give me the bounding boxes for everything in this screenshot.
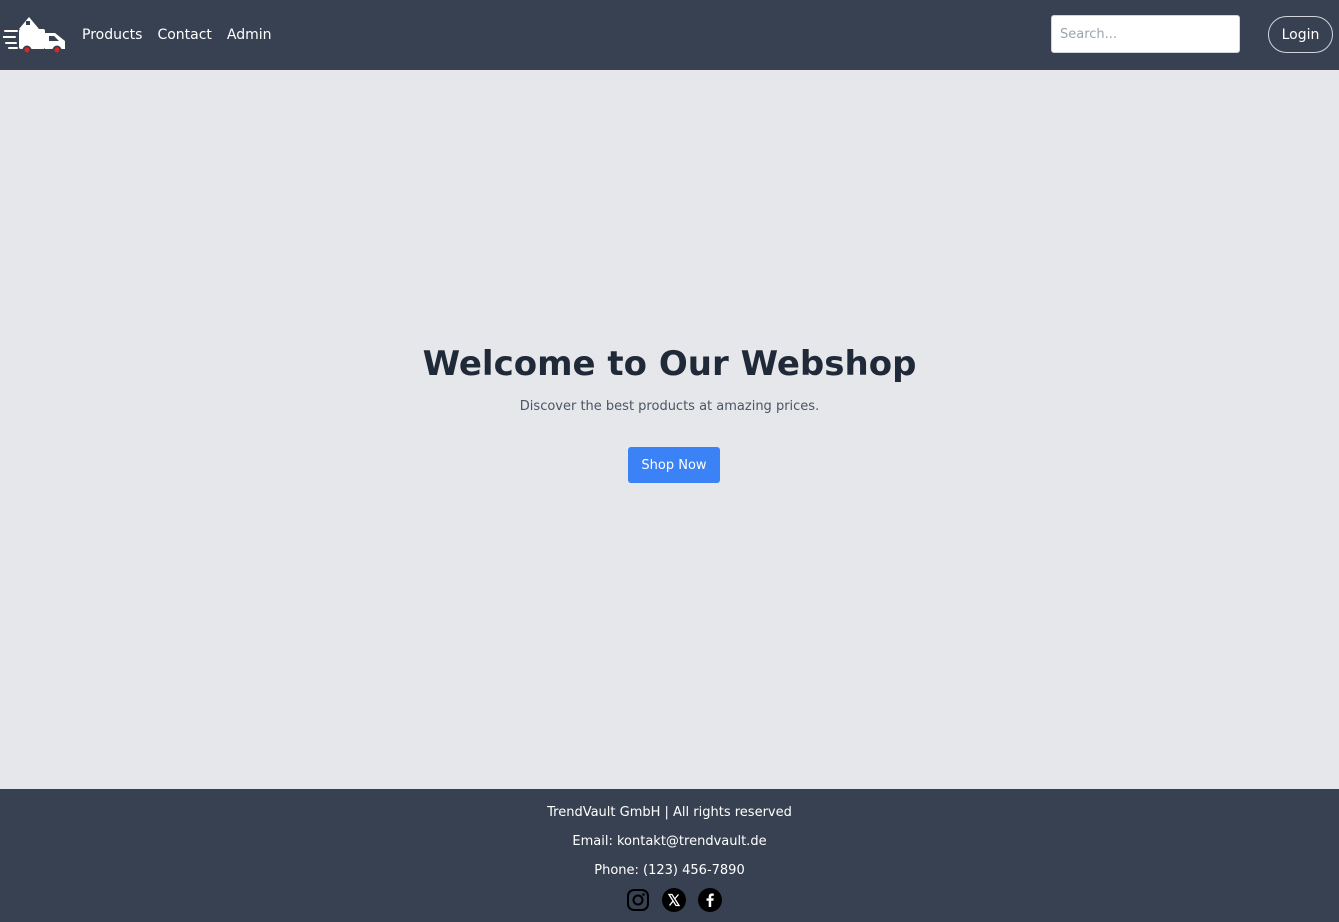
shop-now-button[interactable]: Shop Now	[628, 447, 720, 483]
hero-subtitle: Discover the best products at amazing pr…	[519, 399, 820, 414]
footer-phone: Phone: (123) 456-7890	[594, 863, 745, 878]
facebook-icon[interactable]	[698, 888, 722, 912]
footer-email: Email: kontakt@trendvault.de	[572, 834, 767, 849]
hero-title: Welcome to Our Webshop	[422, 344, 917, 384]
delivery-truck-logo-icon[interactable]	[2, 13, 69, 57]
instagram-icon[interactable]	[626, 888, 650, 912]
login-button[interactable]: Login	[1268, 16, 1333, 53]
main-nav: Products Contact Admin	[82, 0, 287, 70]
navbar: Products Contact Admin Login	[0, 0, 1339, 70]
x-icon[interactable]	[662, 888, 686, 912]
nav-link-contact[interactable]: Contact	[157, 27, 211, 43]
search-input[interactable]	[1051, 15, 1240, 53]
footer-company: TrendVault GmbH | All rights reserved	[547, 805, 792, 820]
nav-link-admin[interactable]: Admin	[227, 27, 272, 43]
nav-link-products[interactable]: Products	[82, 27, 142, 43]
hero-section	[0, 70, 1339, 789]
social-links	[626, 888, 722, 914]
